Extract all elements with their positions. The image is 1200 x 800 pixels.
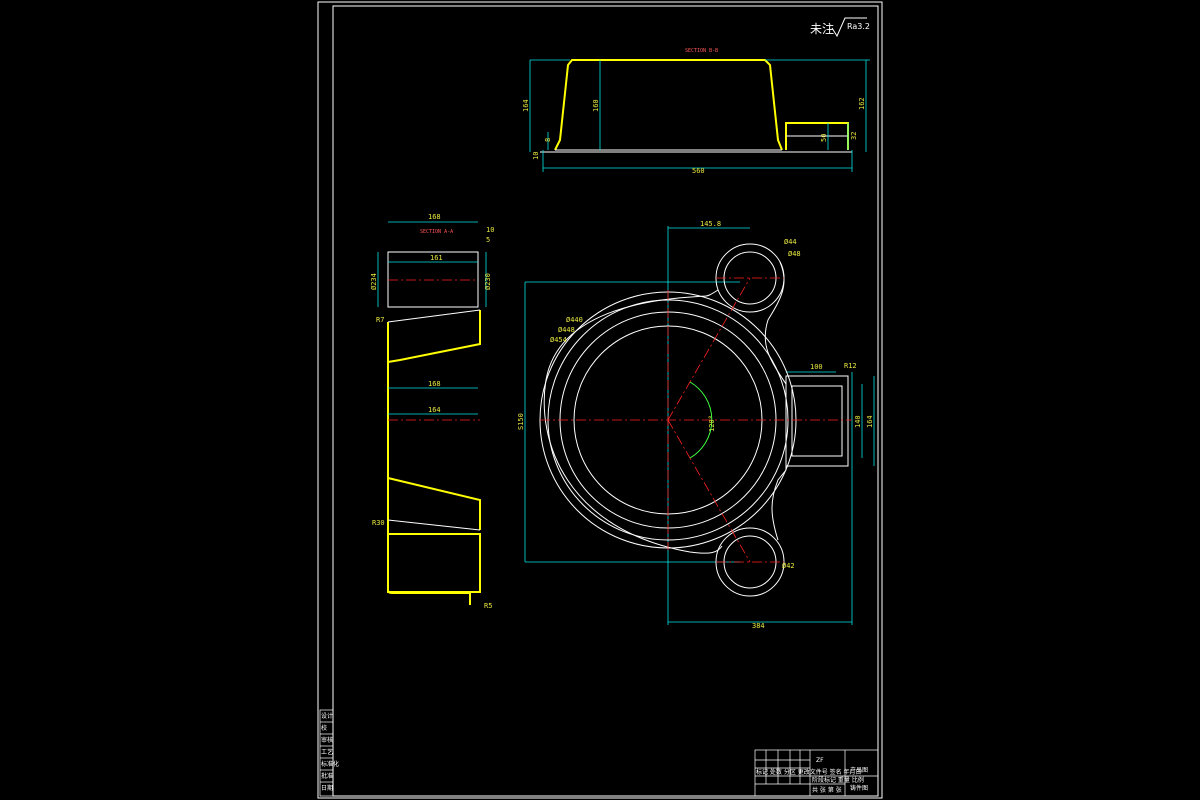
- roughness-note: 未注 Ra3.2: [810, 17, 870, 38]
- bb-height-inner: 160: [592, 99, 600, 112]
- aa-mid1: 168: [428, 380, 441, 388]
- title-drawing-no: 铸件图: [850, 784, 868, 792]
- aa-r-bottom: R30: [372, 519, 385, 527]
- aa-right-small2: 5: [486, 236, 490, 244]
- roughness-prefix: 未注: [810, 21, 834, 36]
- aa-top-width: 168: [428, 213, 441, 221]
- plan-angle: 120°: [708, 415, 716, 432]
- side-label-0: 设计: [321, 712, 333, 720]
- roughness-value: Ra3.2: [847, 22, 870, 31]
- drawing-sheet: 未注 Ra3.2 SECTION B-B 560 164 160 10 8 50…: [317, 1, 883, 799]
- side-label-4: 标准化: [321, 760, 339, 768]
- plan-view: 145.8 Ø44 Ø48 Ø440 Ø448 Ø454 S150 120° 1…: [517, 220, 875, 630]
- plan-body-outline: [543, 261, 787, 554]
- plan-ring-dia2: Ø448: [558, 326, 575, 334]
- plan-flange-inner: 140: [854, 415, 862, 428]
- aa-r-end: R5: [484, 602, 492, 610]
- section-bb-view: SECTION B-B 560 164 160 10 8 50 162 32: [522, 48, 870, 175]
- title-mark: ZF: [816, 757, 824, 764]
- plan-bottom-boss: Ø42: [782, 562, 795, 570]
- side-label-6: 日期: [321, 784, 333, 792]
- section-bb-outline: [554, 59, 783, 151]
- aa-r-top: R7: [376, 316, 384, 324]
- plan-height: S150: [517, 413, 525, 430]
- side-label-3: 工艺: [321, 748, 333, 756]
- aa-profile-upper: [387, 310, 481, 363]
- bb-small-a: 10: [532, 152, 540, 160]
- side-label-1: 校: [321, 724, 327, 732]
- side-label-strip: 设计 校 审核 工艺 标准化 批准 日期: [319, 709, 339, 797]
- section-aa-title: SECTION A-A: [420, 229, 453, 235]
- title-footer: 共 张 第 张: [812, 786, 842, 794]
- aa-mid2: 164: [428, 406, 441, 414]
- plan-flange-width: 100: [810, 363, 823, 371]
- aa-right-small: 10: [486, 226, 494, 234]
- plan-flange-outer: 164: [866, 415, 874, 428]
- plan-boss-dia1: Ø44: [784, 238, 797, 246]
- side-label-5: 批准: [321, 772, 333, 780]
- section-bb-title: SECTION B-B: [685, 48, 718, 54]
- bb-small-b: 8: [544, 138, 552, 142]
- title-row-header: 标记 处数 分区 更改文件号 签名 年月日: [756, 768, 862, 776]
- plan-centerline-lower: [667, 419, 751, 563]
- plan-flange-inner: [791, 385, 843, 457]
- title-scale-row: 阶段标记 重量 比例: [812, 776, 864, 784]
- aa-bottom-block: [387, 533, 481, 593]
- aa-profile-left: [387, 322, 471, 605]
- bb-width-label: 560: [692, 167, 705, 175]
- plan-top-offset: 145.8: [700, 220, 721, 228]
- bb-height-left: 164: [522, 99, 530, 112]
- plan-ring-dia1: Ø440: [566, 316, 583, 324]
- section-aa-view: SECTION A-A 168 161 10 5 Ø234 Ø230 R7 16…: [370, 213, 494, 610]
- title-block: ZF 产品图 铸件图 标记 处数 分区 更改文件号 签名 年月日 阶段标记 重量…: [754, 749, 879, 797]
- bb-right-total: 162: [858, 97, 866, 110]
- plan-flange-r: R12: [844, 362, 857, 370]
- bb-right-small: 32: [850, 132, 858, 140]
- side-label-2: 审核: [321, 736, 333, 744]
- bb-boss-height: 50: [820, 134, 828, 142]
- plan-centerline-upper: [667, 277, 751, 421]
- aa-profile-lower: [387, 477, 481, 530]
- plan-boss-dia2: Ø48: [788, 250, 801, 258]
- plan-flange-outer: [785, 375, 849, 467]
- aa-left-dia: Ø234: [370, 273, 378, 290]
- aa-right-dia: Ø230: [484, 273, 492, 290]
- plan-bottom-width: 384: [752, 622, 765, 630]
- plan-ring-dia3: Ø454: [550, 336, 567, 344]
- aa-top-inner: 161: [430, 254, 443, 262]
- inner-frame: [332, 5, 879, 797]
